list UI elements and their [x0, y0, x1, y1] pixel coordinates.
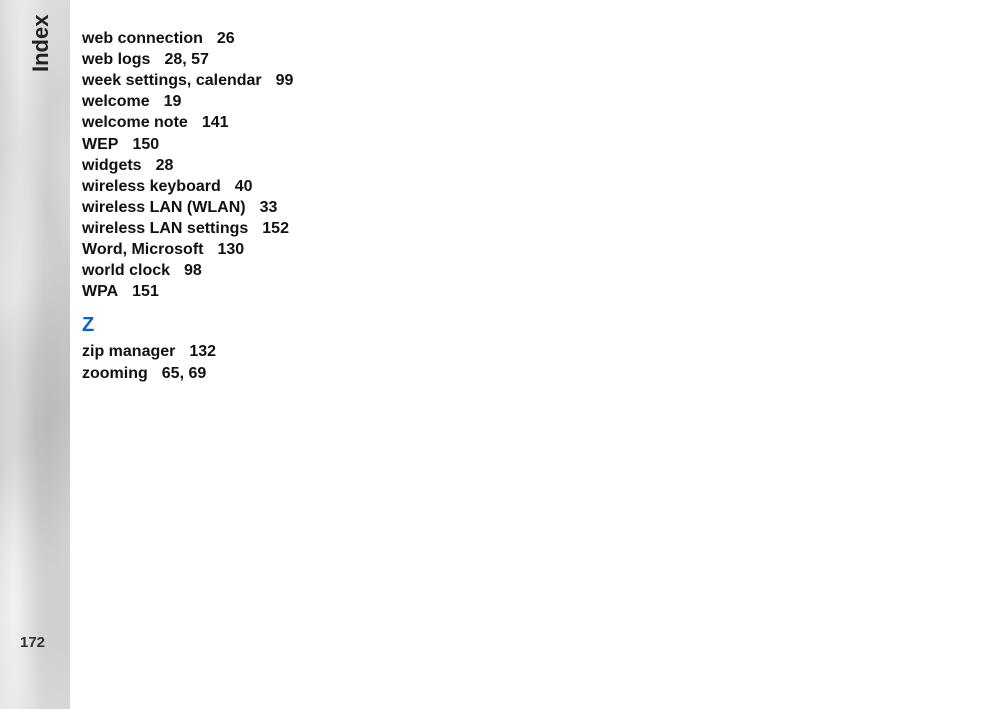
index-entry: wireless keyboard 40	[82, 176, 962, 197]
index-entry: zooming 65, 69	[82, 363, 962, 384]
index-entry: web logs 28, 57	[82, 49, 962, 70]
index-term: WPA	[82, 283, 118, 300]
index-term: zooming	[82, 365, 148, 382]
index-term: WEP	[82, 136, 118, 153]
index-pages: 28	[156, 157, 174, 174]
index-pages: 152	[262, 220, 289, 237]
index-term: welcome	[82, 93, 150, 110]
index-term: wireless LAN (WLAN)	[82, 199, 246, 216]
index-term: week settings, calendar	[82, 72, 262, 89]
index-pages: 130	[217, 241, 244, 258]
index-pages: 150	[132, 136, 159, 153]
index-pages: 33	[260, 199, 278, 216]
index-term: web connection	[82, 30, 203, 47]
index-entry: welcome note 141	[82, 112, 962, 133]
sidebar-background: Index 172	[0, 0, 70, 709]
index-term: widgets	[82, 157, 142, 174]
index-entry: world clock 98	[82, 260, 962, 281]
section-label: Index	[28, 15, 54, 72]
index-term: web logs	[82, 51, 150, 68]
index-pages: 141	[202, 114, 229, 131]
index-term: welcome note	[82, 114, 188, 131]
index-pages: 132	[189, 343, 216, 360]
index-pages: 65, 69	[162, 365, 206, 382]
index-entry: widgets 28	[82, 155, 962, 176]
index-entry: web connection 26	[82, 28, 962, 49]
page-number: 172	[20, 634, 45, 651]
index-entry: WEP 150	[82, 134, 962, 155]
index-term: wireless LAN settings	[82, 220, 248, 237]
index-content: web connection 26 web logs 28, 57 week set…	[82, 28, 962, 384]
index-entry: week settings, calendar 99	[82, 70, 962, 91]
index-entry: zip manager 132	[82, 341, 962, 362]
index-term: zip manager	[82, 343, 175, 360]
index-pages: 26	[217, 30, 235, 47]
index-pages: 28, 57	[164, 51, 208, 68]
index-pages: 40	[235, 178, 253, 195]
index-entry: wireless LAN (WLAN) 33	[82, 197, 962, 218]
index-pages: 151	[132, 283, 159, 300]
index-entry: welcome 19	[82, 91, 962, 112]
index-entry: WPA 151	[82, 281, 962, 302]
index-pages: 98	[184, 262, 202, 279]
index-pages: 19	[164, 93, 182, 110]
index-term: world clock	[82, 262, 170, 279]
index-term: wireless keyboard	[82, 178, 221, 195]
index-entry: wireless LAN settings 152	[82, 218, 962, 239]
index-pages: 99	[276, 72, 294, 89]
index-term: Word, Microsoft	[82, 241, 203, 258]
index-entry: Word, Microsoft 130	[82, 239, 962, 260]
letter-heading-z: Z	[82, 314, 962, 337]
